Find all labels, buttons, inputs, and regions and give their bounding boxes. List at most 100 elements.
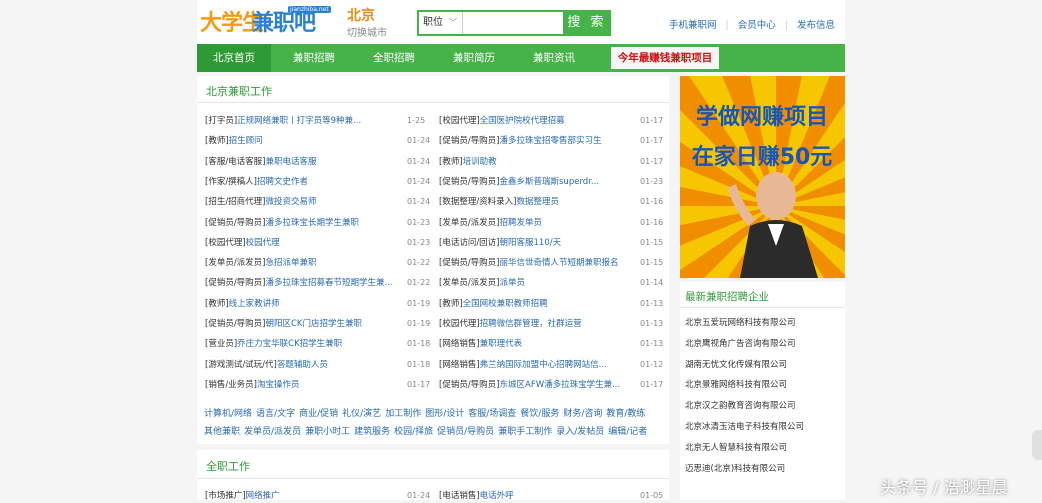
job-title-link[interactable]: 招聘发单员 <box>500 218 543 228</box>
list-item[interactable]: [营业员]乔庄力宝华联CK招学生兼职 <box>205 337 401 351</box>
list-item[interactable]: [销售/业务员]淘宝操作员 <box>205 378 401 392</box>
list-item[interactable]: [促销员/导购员]潘多拉珠宝招募春节短期学生兼... <box>205 276 401 290</box>
category-tag-link[interactable]: 财务/咨询 <box>563 409 602 419</box>
list-item[interactable]: [发单员/派发员]派单员 <box>439 276 635 290</box>
job-title-link[interactable]: 微投资交易师 <box>266 197 317 207</box>
category-tag-link[interactable]: 礼仪/演艺 <box>342 409 381 419</box>
list-item[interactable]: [发单员/派发员]急招派单兼职 <box>205 256 401 270</box>
list-item[interactable]: [促销员/导购员]丽华信世奇情人节短期兼职报名 <box>439 256 635 270</box>
category-tag-link[interactable]: 录入/发帖员 <box>556 427 604 437</box>
job-title-link[interactable]: 线上家教讲师 <box>229 299 280 309</box>
category-tag-link[interactable]: 语言/文字 <box>256 409 295 419</box>
side-scroll-handle[interactable] <box>1032 430 1042 460</box>
search-button[interactable]: 搜 索 <box>563 10 611 36</box>
nav-item-home[interactable]: 北京首页 <box>197 44 271 72</box>
job-title-link[interactable]: 潘多拉珠宝招募春节短期学生兼... <box>266 278 393 288</box>
job-title-link[interactable]: 招生顾问 <box>229 136 263 146</box>
list-item[interactable]: [网络销售]弗兰纳国际加盟中心招聘网站信... <box>439 358 635 372</box>
list-item[interactable]: [打字员]正规网络兼职丨打字员等9种兼... <box>205 114 401 128</box>
post-info-link[interactable]: 发布信息 <box>797 17 835 31</box>
list-item[interactable]: [招生/招商代理]微投资交易师 <box>205 195 401 209</box>
company-link[interactable]: 北京冰清玉洁电子科技有限公司 <box>685 420 804 434</box>
member-center-link[interactable]: 会员中心 <box>738 17 776 31</box>
category-tag-link[interactable]: 其他兼职 <box>204 427 240 437</box>
list-item[interactable]: [游戏测试/试玩/代]答题辅助人员 <box>205 358 401 372</box>
category-tag-link[interactable]: 兼职小时工 <box>305 427 350 437</box>
category-tag-link[interactable]: 计算机/网络 <box>204 409 252 419</box>
list-item[interactable]: [教师]招生顾问 <box>205 134 401 148</box>
list-item[interactable]: [校园代理]招聘微信群管理，社群运营 <box>439 317 635 331</box>
category-tag-link[interactable]: 发单员/派发员 <box>244 427 301 437</box>
company-link[interactable]: 北京汉之韵教育咨询有限公司 <box>685 399 796 413</box>
list-item[interactable]: [数据整理/资料录入]数据整理员 <box>439 195 635 209</box>
category-tag-link[interactable]: 餐饮/服务 <box>520 409 559 419</box>
job-title-link[interactable]: 金鑫乡斯普瑞斯superdr... <box>500 177 600 187</box>
list-item[interactable]: [网络销售]兼职理代表 <box>439 337 635 351</box>
list-item[interactable]: [校园代理]校园代理 <box>205 236 401 250</box>
job-title-link[interactable]: 培训助教 <box>463 157 497 167</box>
job-title-link[interactable]: 乔庄力宝华联CK招学生兼职 <box>237 339 342 349</box>
list-item[interactable]: [促销员/导购员]潘多拉珠宝长期学生兼职 <box>205 216 401 230</box>
list-item[interactable]: [促销员/导购员]东城区AFW潘多拉珠宝学生兼... <box>439 378 635 392</box>
job-title-link[interactable]: 全国网校兼职教师招聘 <box>463 299 548 309</box>
job-title-link[interactable]: 正规网络兼职丨打字员等9种兼... <box>237 116 361 126</box>
job-title-link[interactable]: 兼职电话客服 <box>266 157 317 167</box>
job-title-link[interactable]: 潘多拉珠宝招零售部实习生 <box>500 136 602 146</box>
nav-item-parttime[interactable]: 兼职招聘 <box>277 44 351 72</box>
list-item[interactable]: [发单员/派发员]招聘发单员 <box>439 216 635 230</box>
search-category-select[interactable]: 职位 ﹀ <box>419 12 463 34</box>
list-item[interactable]: [市场推广]网络推广 <box>205 489 415 503</box>
job-title-link[interactable]: 东城区AFW潘多拉珠宝学生兼... <box>500 380 621 390</box>
job-title-link[interactable]: 丽华信世奇情人节短期兼职报名 <box>500 258 619 268</box>
nav-item-resume[interactable]: 兼职简历 <box>437 44 511 72</box>
job-title-link[interactable]: 急招派单兼职 <box>266 258 317 268</box>
job-title-link[interactable]: 兼职理代表 <box>480 339 523 349</box>
nav-promo-link[interactable]: 今年最赚钱兼职项目 <box>611 47 719 69</box>
category-tag-link[interactable]: 加工制作 <box>385 409 421 419</box>
category-tag-link[interactable]: 建筑服务 <box>354 427 390 437</box>
job-title-link[interactable]: 招聘微信群管理，社群运营 <box>480 319 582 329</box>
company-link[interactable]: 北京景雅网络科技有限公司 <box>685 378 787 392</box>
mobile-site-link[interactable]: 手机兼职网 <box>669 17 717 31</box>
category-tag-link[interactable]: 校园/择旅 <box>394 427 433 437</box>
category-tag-link[interactable]: 客服/场调查 <box>468 409 516 419</box>
list-item[interactable]: [电话销售]电话外呼 <box>439 489 639 503</box>
category-tag-link[interactable]: 促销员/导购员 <box>437 427 494 437</box>
job-title-link[interactable]: 招聘文史作者 <box>257 177 308 187</box>
job-title-link[interactable]: 全国医护院校代理招募 <box>480 116 565 126</box>
job-title-link[interactable]: 朝阳区CK门店招学生兼职 <box>266 319 363 329</box>
category-tag-link[interactable]: 商业/促销 <box>299 409 338 419</box>
list-item[interactable]: [校园代理]全国医护院校代理招募 <box>439 114 635 128</box>
job-title-link[interactable]: 校园代理 <box>246 238 280 248</box>
category-tag-link[interactable]: 教育/教练 <box>606 409 645 419</box>
job-title-link[interactable]: 弗兰纳国际加盟中心招聘网站信... <box>480 360 607 370</box>
category-tag-link[interactable]: 图形/设计 <box>425 409 464 419</box>
list-item[interactable]: [电话访问/回访]朝阳客服110/天 <box>439 236 635 250</box>
nav-item-fulltime[interactable]: 全职招聘 <box>357 44 431 72</box>
list-item[interactable]: [教师]培训助教 <box>439 155 635 169</box>
list-item[interactable]: [促销员/导购员]朝阳区CK门店招学生兼职 <box>205 317 401 331</box>
job-title-link[interactable]: 答题辅助人员 <box>277 360 328 370</box>
list-item[interactable]: [促销员/导购员]潘多拉珠宝招零售部实习生 <box>439 134 635 148</box>
nav-item-news[interactable]: 兼职资讯 <box>517 44 591 72</box>
category-tag-link[interactable]: 兼职手工制作 <box>498 427 552 437</box>
company-link[interactable]: 迈思迪(北京)科技有限公司 <box>685 462 785 476</box>
search-input[interactable] <box>465 12 563 34</box>
list-item[interactable]: [教师]线上家教讲师 <box>205 297 401 311</box>
company-link[interactable]: 北京鹰视角广告咨询有限公司 <box>685 337 796 351</box>
job-title-link[interactable]: 数据整理员 <box>517 197 560 207</box>
job-title-link[interactable]: 朝阳客服110/天 <box>500 238 562 248</box>
category-tag-link[interactable]: 编辑/记者 <box>608 427 647 437</box>
job-title-link[interactable]: 派单员 <box>500 278 526 288</box>
job-title-link[interactable]: 潘多拉珠宝长期学生兼职 <box>266 218 360 228</box>
switch-city-link[interactable]: 切换城市 <box>347 24 387 39</box>
company-link[interactable]: 北京五爱玩网络科技有限公司 <box>685 316 796 330</box>
ad-banner[interactable]: 学做网赚项目 在家日赚50元 <box>680 76 845 278</box>
list-item[interactable]: [作家/撰稿人]招聘文史作者 <box>205 175 401 189</box>
job-title-link[interactable]: 淘宝操作员 <box>257 380 300 390</box>
list-item[interactable]: [促销员/导购员]金鑫乡斯普瑞斯superdr... <box>439 175 635 189</box>
list-item[interactable]: [教师]全国网校兼职教师招聘 <box>439 297 635 311</box>
list-item[interactable]: [客服/电话客服]兼职电话客服 <box>205 155 401 169</box>
site-logo[interactable]: 大学生 兼职吧 jianzhiba.net <box>200 5 331 37</box>
company-link[interactable]: 北京无人智慧科技有限公司 <box>685 441 787 455</box>
